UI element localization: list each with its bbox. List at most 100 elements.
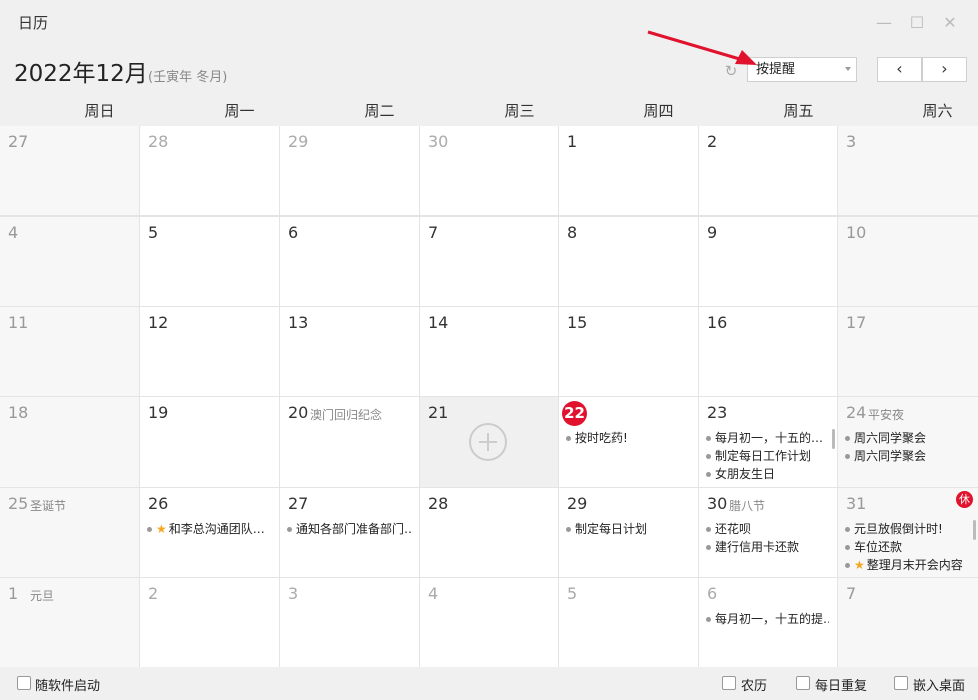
- day-cell[interactable]: 8: [559, 217, 698, 306]
- maximize-icon[interactable]: ☐: [906, 12, 928, 34]
- event-item[interactable]: ★ 整理月末开会内容: [845, 556, 970, 574]
- bullet-icon: [287, 527, 292, 532]
- day-cell[interactable]: 20 澳门回归纪念: [280, 397, 419, 487]
- event-item[interactable]: 按时吃药!: [566, 429, 690, 447]
- day-cell[interactable]: 4: [420, 578, 558, 667]
- bullet-icon: [706, 472, 711, 477]
- event-item[interactable]: 每月初一，十五的…: [706, 429, 829, 447]
- day-cell[interactable]: 25 圣诞节: [0, 488, 139, 577]
- month-title: 2022年12月: [14, 61, 148, 87]
- day-cell[interactable]: 3: [838, 126, 978, 215]
- day-number: 13: [288, 313, 309, 332]
- day-cell[interactable]: 29 制定每日计划: [559, 488, 698, 577]
- holiday-rest-badge: 休: [956, 491, 973, 508]
- close-icon[interactable]: ✕: [939, 12, 961, 34]
- day-cell[interactable]: 16: [699, 307, 837, 396]
- day-cell[interactable]: 24 平安夜 周六同学聚会 周六同学聚会: [838, 397, 978, 487]
- day-cell[interactable]: 30 腊八节 还花呗 建行信用卡还款: [699, 488, 837, 577]
- event-scrollbar[interactable]: [973, 520, 976, 540]
- day-cell[interactable]: 6: [280, 217, 419, 306]
- title-bar: 日历 — ☐ ✕: [0, 0, 978, 46]
- day-cell[interactable]: 6 每月初一，十五的提…: [699, 578, 837, 667]
- day-cell[interactable]: 11: [0, 307, 139, 396]
- day-cell[interactable]: 29: [280, 126, 419, 215]
- day-number: 20: [288, 403, 309, 422]
- add-event-icon[interactable]: [469, 423, 507, 461]
- day-cell[interactable]: 13: [280, 307, 419, 396]
- event-item[interactable]: 制定每日工作计划: [706, 447, 829, 465]
- day-number: 16: [707, 313, 728, 332]
- bullet-icon: [845, 563, 850, 568]
- event-item[interactable]: 每月初一，十五的提…: [706, 610, 829, 628]
- day-cell[interactable]: 26 ★ 和李总沟通团队…: [140, 488, 279, 577]
- day-number: 30: [428, 132, 449, 151]
- next-month-button[interactable]: ›: [922, 57, 967, 82]
- bullet-icon: [706, 527, 711, 532]
- day-cell[interactable]: 15: [559, 307, 698, 396]
- day-number: 11: [8, 313, 29, 332]
- day-number: 2: [148, 584, 159, 603]
- event-list: 每月初一，十五的… 制定每日工作计划 女朋友生日: [706, 429, 829, 483]
- event-item[interactable]: 通知各部门准备部门…: [287, 520, 411, 538]
- day-cell[interactable]: 3: [280, 578, 419, 667]
- star-icon: ★: [854, 558, 865, 572]
- day-cell[interactable]: 2: [140, 578, 279, 667]
- event-item[interactable]: 制定每日计划: [566, 520, 690, 538]
- day-cell[interactable]: 28: [140, 126, 279, 215]
- event-item[interactable]: 周六同学聚会: [845, 429, 970, 447]
- day-cell[interactable]: 2: [699, 126, 837, 215]
- event-list: ★ 和李总沟通团队…: [147, 520, 271, 538]
- event-item[interactable]: 建行信用卡还款: [706, 538, 829, 556]
- event-item[interactable]: 女朋友生日: [706, 465, 829, 483]
- lunar-checkbox[interactable]: [722, 676, 736, 690]
- day-cell[interactable]: 30: [420, 126, 558, 215]
- day-cell[interactable]: 28: [420, 488, 558, 577]
- day-cell[interactable]: 4: [0, 217, 139, 306]
- weekday-label: 周一: [224, 102, 255, 120]
- weekday-label: 周二: [364, 102, 395, 120]
- event-item[interactable]: 还花呗: [706, 520, 829, 538]
- day-number: 8: [567, 223, 578, 242]
- event-item[interactable]: 周六同学聚会: [845, 447, 970, 465]
- reminder-mode-select[interactable]: 按提醒: [747, 57, 857, 82]
- embed-desktop-checkbox[interactable]: [894, 676, 908, 690]
- weekday-label: 周四: [643, 102, 674, 120]
- day-cell[interactable]: 1 元旦: [0, 578, 139, 667]
- day-cell[interactable]: 27 通知各部门准备部门…: [280, 488, 419, 577]
- day-number: 26: [148, 494, 169, 513]
- autostart-checkbox[interactable]: [17, 676, 31, 690]
- event-item[interactable]: ★ 和李总沟通团队…: [147, 520, 271, 538]
- day-cell[interactable]: 14: [420, 307, 558, 396]
- day-cell[interactable]: 10: [838, 217, 978, 306]
- day-cell[interactable]: 7: [838, 578, 978, 667]
- day-cell[interactable]: 12: [140, 307, 279, 396]
- day-cell[interactable]: 9: [699, 217, 837, 306]
- day-cell[interactable]: 23 每月初一，十五的… 制定每日工作计划 女朋友生日: [699, 397, 837, 487]
- day-number: 10: [846, 223, 867, 242]
- day-cell[interactable]: 17: [838, 307, 978, 396]
- day-cell[interactable]: 27: [0, 126, 139, 215]
- autostart-label: 随软件启动: [35, 679, 101, 694]
- bullet-icon: [845, 436, 850, 441]
- day-cell[interactable]: 5: [140, 217, 279, 306]
- bullet-icon: [706, 454, 711, 459]
- day-cell[interactable]: 1: [559, 126, 698, 215]
- day-cell[interactable]: 7: [420, 217, 558, 306]
- event-text: 整理月末开会内容: [866, 558, 963, 572]
- day-cell[interactable]: 5: [559, 578, 698, 667]
- prev-month-button[interactable]: ‹: [877, 57, 922, 82]
- day-cell[interactable]: 19: [140, 397, 279, 487]
- festival-label: 圣诞节: [30, 499, 67, 513]
- event-item[interactable]: 元旦放假倒计时!: [845, 520, 970, 538]
- day-number: 25: [8, 494, 29, 513]
- minimize-icon[interactable]: —: [873, 12, 895, 34]
- daily-repeat-checkbox[interactable]: [796, 676, 810, 690]
- day-cell[interactable]: 18: [0, 397, 139, 487]
- footer-bar: 随软件启动 农历 每日重复 嵌入桌面: [0, 667, 978, 700]
- day-cell[interactable]: 21: [420, 397, 558, 487]
- day-number: 7: [846, 584, 857, 603]
- star-icon: ★: [156, 522, 167, 536]
- day-cell[interactable]: 31 元旦放假倒计时! 车位还款 ★ 整理月末开会内容 休: [838, 488, 978, 577]
- event-scrollbar[interactable]: [832, 429, 835, 449]
- event-item[interactable]: 车位还款: [845, 538, 970, 556]
